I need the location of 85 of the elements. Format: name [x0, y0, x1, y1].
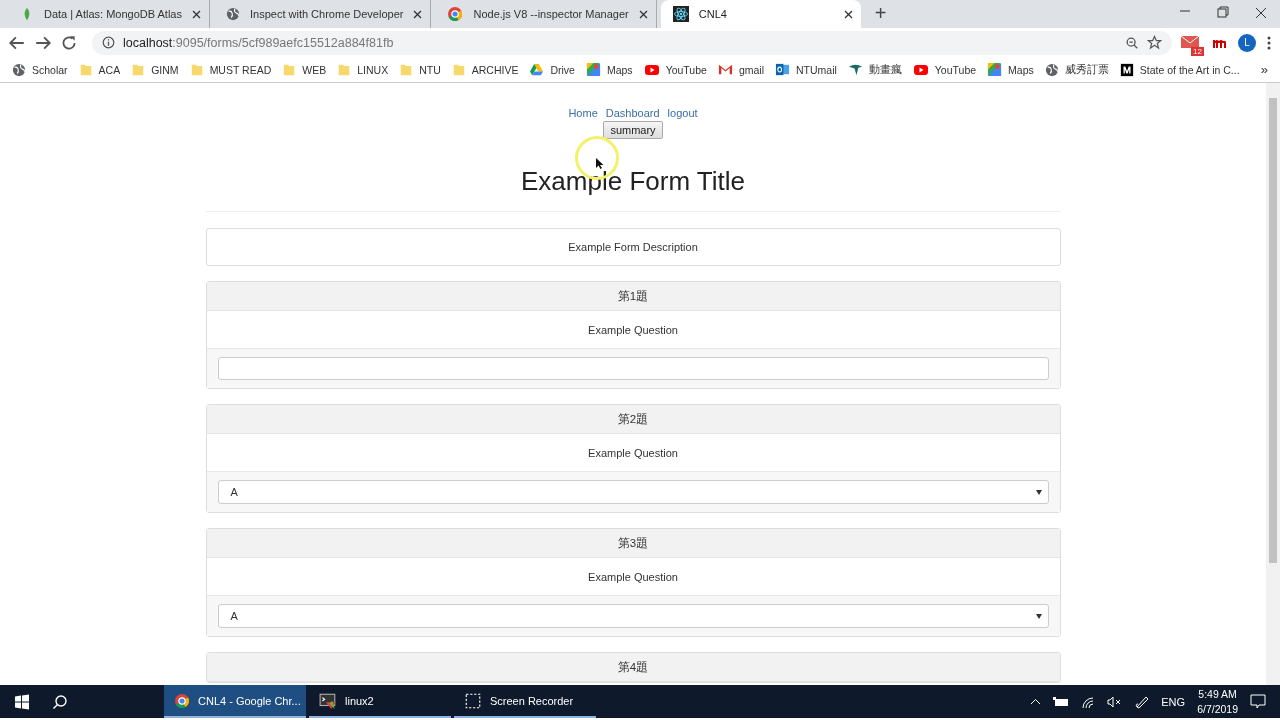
bookmark[interactable]: Maps — [987, 62, 1034, 77]
bookmark[interactable]: Drive — [529, 62, 575, 77]
drive-icon — [529, 62, 545, 77]
folder-icon — [337, 62, 352, 77]
bird-icon — [847, 62, 863, 77]
form-description: Example Form Description — [568, 241, 698, 253]
nav-link[interactable]: logout — [667, 107, 698, 119]
chrome-icon — [174, 692, 190, 709]
close-tab-icon[interactable] — [192, 9, 201, 19]
dropdown-caret-icon — [1035, 613, 1042, 619]
question-number: 第1題 — [617, 288, 649, 304]
bookmark[interactable]: State of the Art in C... — [1119, 62, 1240, 77]
gmail-icon — [717, 62, 733, 77]
chevron-up-icon[interactable] — [1030, 698, 1042, 705]
question-text: Example Question — [588, 446, 678, 459]
menu-icon[interactable] — [1266, 34, 1272, 51]
question-text: Example Question — [588, 323, 678, 336]
outlook-icon — [775, 62, 790, 77]
tab-favicon-icon — [226, 7, 240, 21]
clock[interactable]: 5:49 AM 6/7/2019 — [1197, 686, 1238, 717]
nav-link[interactable]: Home — [568, 107, 598, 119]
profile-avatar[interactable]: L — [1238, 33, 1256, 52]
reload-icon[interactable] — [60, 33, 78, 52]
tab-favicon-icon — [672, 6, 689, 22]
taskbar-item[interactable]: CNL4 - Google Chr... — [164, 685, 306, 718]
question-text: Example Question — [588, 570, 678, 583]
folder-icon — [131, 62, 146, 77]
bookmark[interactable]: GINM — [131, 62, 179, 77]
question-number: 第4題 — [617, 659, 649, 675]
globe-icon — [12, 62, 26, 77]
question-number: 第2題 — [617, 411, 649, 427]
battery-icon[interactable] — [1053, 696, 1070, 707]
more-bookmarks-button[interactable]: » — [1260, 62, 1268, 77]
maps-icon — [585, 62, 601, 77]
taskbar-item[interactable]: linux2 — [309, 685, 451, 718]
close-tab-icon[interactable] — [843, 9, 853, 19]
taskbar-item[interactable]: Screen Recorder — [454, 685, 596, 718]
cursor-icon — [596, 158, 604, 169]
browser-tab[interactable]: CNL4 — [660, 0, 861, 28]
answer-field[interactable] — [217, 357, 1049, 380]
folder-icon — [189, 62, 204, 77]
bookmark[interactable]: 威秀訂票 — [1044, 62, 1109, 77]
bookmark[interactable]: 動畫瘋 — [847, 62, 902, 77]
bookmark[interactable]: ACA — [78, 62, 121, 77]
bookmark[interactable]: YouTube — [643, 61, 707, 78]
pen-icon[interactable] — [1135, 694, 1150, 709]
form-title: Example Form Title — [520, 166, 746, 197]
question-number: 第3題 — [617, 535, 649, 551]
zoom-icon[interactable] — [1125, 35, 1139, 50]
wifi-icon[interactable] — [1081, 695, 1096, 708]
close-tab-icon[interactable] — [413, 9, 423, 19]
folder-icon — [78, 62, 93, 77]
language-indicator[interactable]: ENG — [1161, 695, 1186, 708]
bookmark[interactable]: NTU — [399, 62, 441, 77]
close-tab-icon[interactable] — [638, 9, 648, 19]
bookmark[interactable]: MUST READ — [189, 62, 272, 77]
bookmark[interactable]: gmail — [717, 62, 764, 77]
bookmark[interactable]: Maps — [585, 62, 633, 77]
folder-icon — [451, 62, 466, 77]
search-icon[interactable] — [52, 693, 68, 710]
globe-icon — [1044, 62, 1059, 77]
tab-favicon-icon — [447, 6, 464, 22]
star-icon[interactable] — [1147, 35, 1162, 50]
terminal-icon — [319, 691, 337, 710]
bookmark[interactable]: Scholar — [12, 62, 68, 77]
folder-icon — [399, 62, 414, 77]
bookmark[interactable]: YouTube — [912, 61, 977, 78]
dropdown-caret-icon — [1035, 489, 1042, 495]
bookmark[interactable]: WEB — [282, 62, 327, 77]
notification-icon[interactable] — [1250, 694, 1266, 709]
summary-button[interactable]: summary — [603, 121, 663, 139]
bookmark[interactable]: ARCHIVE — [451, 62, 519, 77]
answer-dropdown[interactable]: A — [217, 480, 1049, 504]
recorder-icon — [464, 691, 482, 710]
bookmark[interactable]: LINUX — [337, 62, 389, 77]
info-icon[interactable] — [102, 36, 115, 49]
bookmark[interactable]: NTUmail — [775, 62, 837, 77]
new-tab-button[interactable]: + — [874, 2, 887, 25]
medium-icon — [1119, 62, 1134, 77]
scrollbar[interactable] — [1266, 83, 1280, 685]
folder-icon — [282, 62, 297, 77]
start-icon[interactable] — [14, 693, 30, 710]
answer-dropdown[interactable]: A — [217, 604, 1049, 628]
nav-link[interactable]: Dashboard — [605, 107, 660, 119]
maps-icon — [987, 62, 1003, 77]
